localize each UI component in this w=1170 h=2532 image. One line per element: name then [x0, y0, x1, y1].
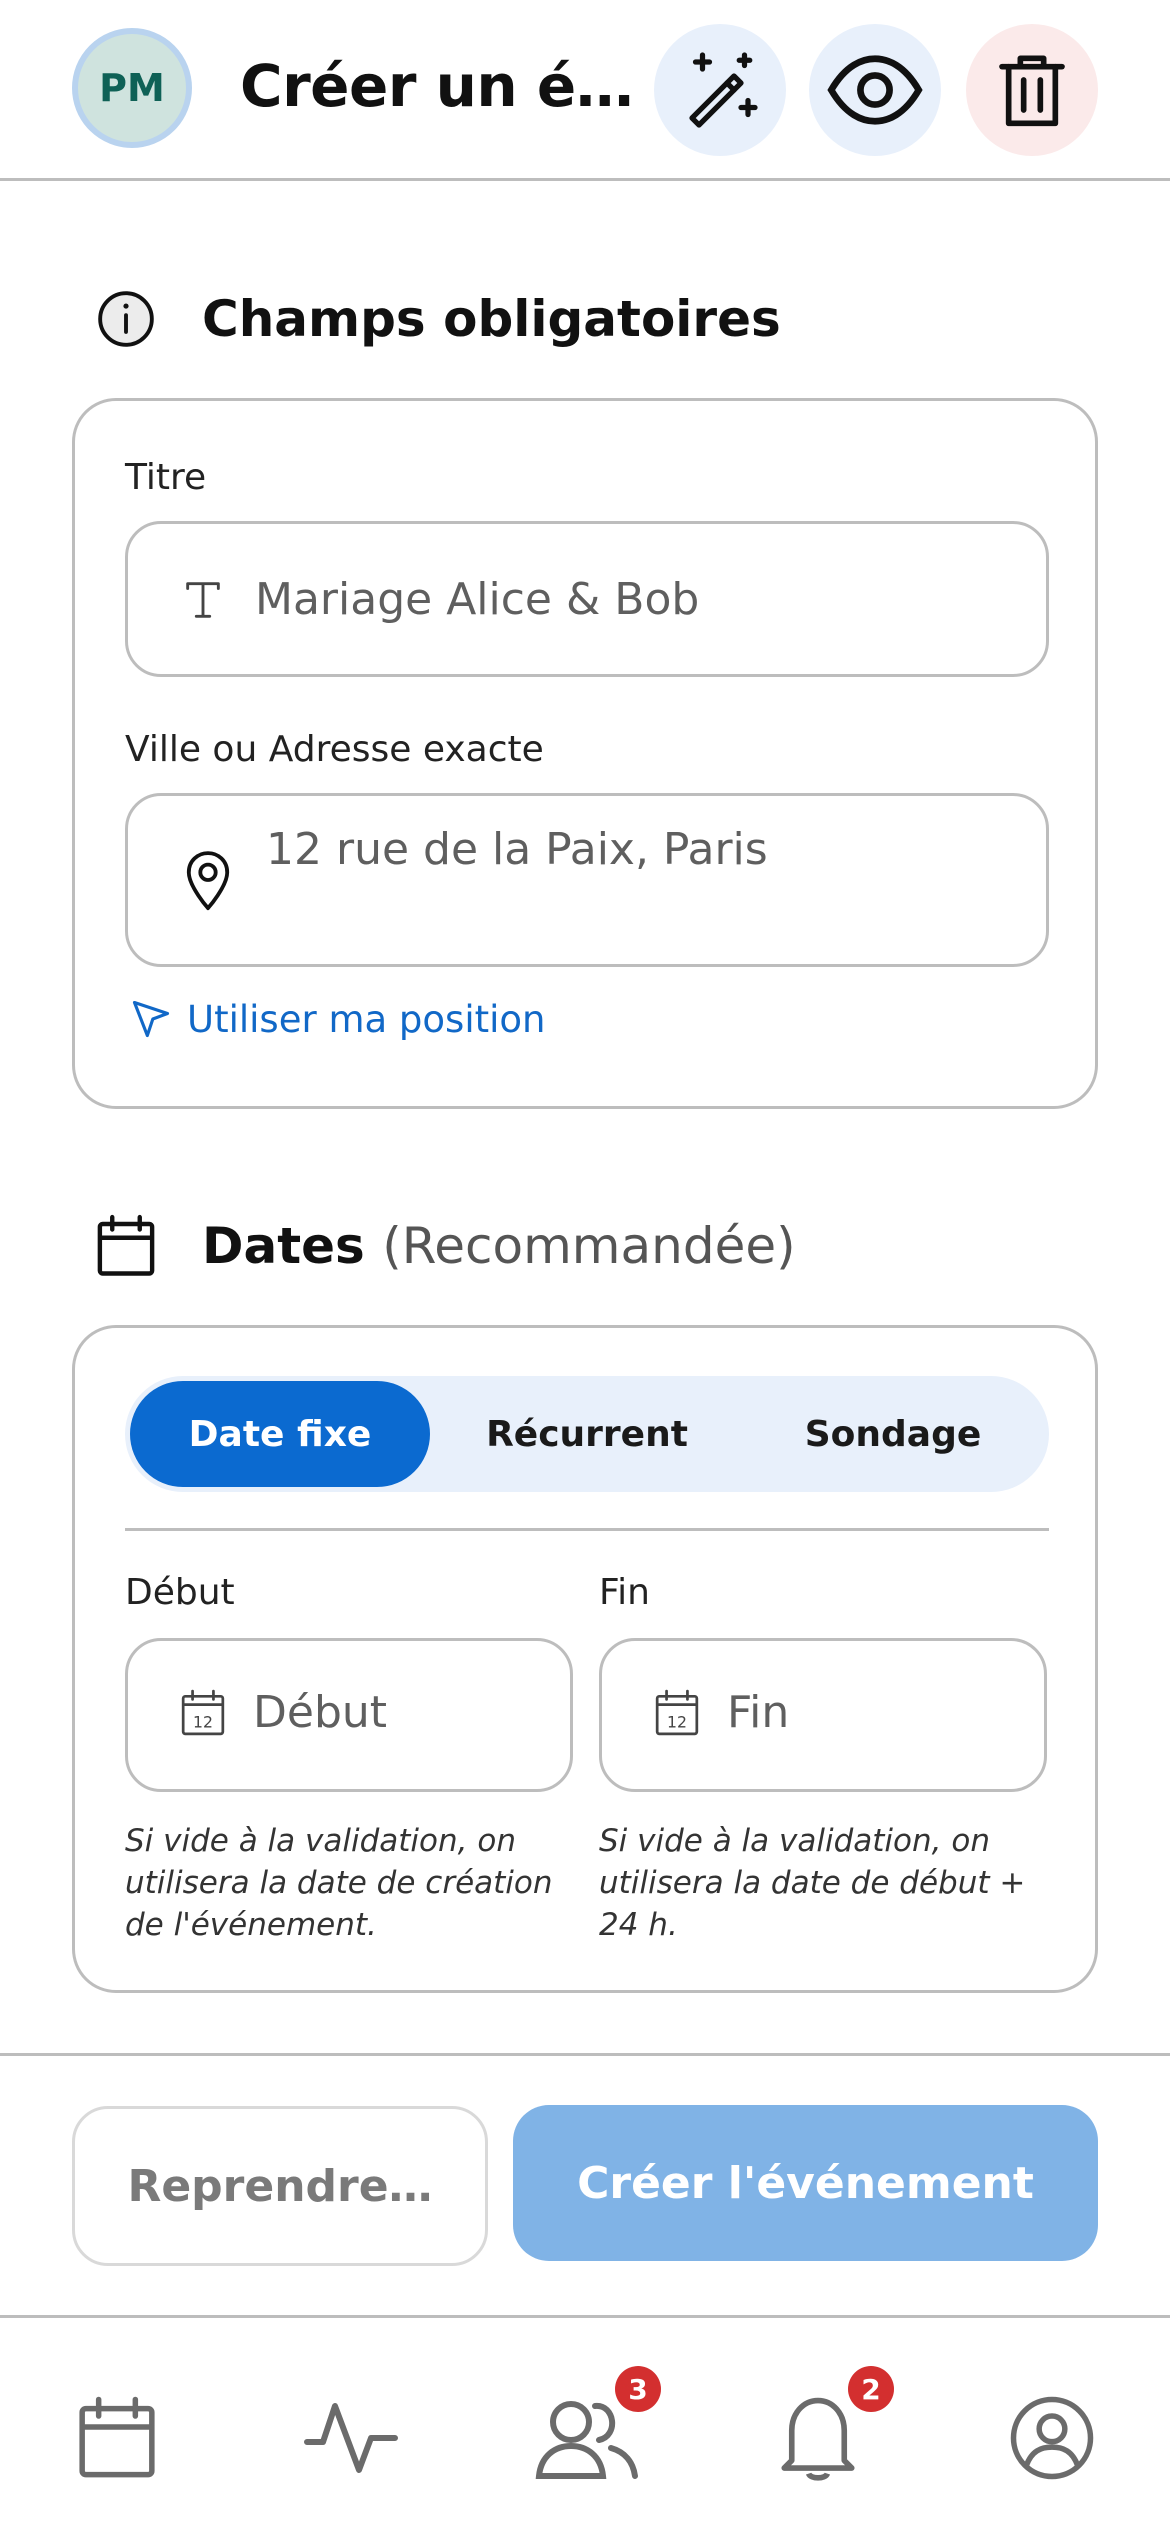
- profile-icon: [1010, 2396, 1094, 2480]
- title-field-label: Titre: [125, 457, 207, 498]
- activity-icon: [304, 2403, 398, 2473]
- eye-icon: [827, 55, 923, 125]
- use-position-label: Utiliser ma position: [187, 997, 546, 1041]
- tab-sondage[interactable]: Sondage: [743, 1381, 1043, 1487]
- groups-badge: 3: [615, 2366, 661, 2412]
- bottom-navigation: 3 2: [0, 2315, 1170, 2532]
- title-input[interactable]: Mariage Alice & Bob: [125, 521, 1049, 677]
- delete-button[interactable]: [966, 24, 1098, 156]
- required-section-header: Champs obligatoires: [94, 287, 781, 351]
- users-icon: [535, 2401, 638, 2479]
- dates-title: Dates: [202, 1217, 365, 1275]
- nav-profile[interactable]: [992, 2378, 1112, 2498]
- section-title: Dates (Recommandée): [202, 1217, 796, 1275]
- app-header: PM Créer un é…: [0, 0, 1170, 181]
- section-title: Champs obligatoires: [202, 290, 781, 348]
- dates-card: Date fixe Récurrent Sondage Début Fin 12…: [72, 1325, 1098, 1993]
- use-position-link[interactable]: Utiliser ma position: [129, 997, 545, 1041]
- text-icon: [180, 576, 226, 622]
- preview-button[interactable]: [809, 24, 941, 156]
- address-input[interactable]: 12 rue de la Paix, Paris: [125, 793, 1049, 967]
- dates-section-header: Dates (Recommandée): [94, 1214, 796, 1278]
- notifications-badge: 2: [848, 2366, 894, 2412]
- navigation-arrow-icon: [132, 1000, 170, 1038]
- address-input-placeholder: 12 rue de la Paix, Paris: [266, 824, 768, 875]
- magic-wand-icon: [689, 52, 758, 128]
- date-mode-segmented-control: Date fixe Récurrent Sondage: [125, 1376, 1049, 1492]
- bell-icon: [781, 2397, 855, 2481]
- end-date-label: Fin: [599, 1572, 650, 1613]
- start-date-input[interactable]: 12 Début: [125, 1638, 573, 1792]
- nav-calendar[interactable]: [57, 2378, 177, 2498]
- magic-wand-button[interactable]: [654, 24, 786, 156]
- end-date-input[interactable]: 12 Fin: [599, 1638, 1047, 1792]
- trash-icon: [999, 55, 1065, 127]
- calendar-icon: [79, 2396, 155, 2478]
- start-date-label: Début: [125, 1572, 235, 1613]
- calendar-icon: 12: [654, 1689, 700, 1741]
- address-field-label: Ville ou Adresse exacte: [125, 729, 544, 770]
- svg-text:12: 12: [667, 1713, 687, 1732]
- tab-date-fixe[interactable]: Date fixe: [130, 1381, 430, 1487]
- divider: [125, 1528, 1049, 1531]
- dates-subtitle: (Recommandée): [382, 1217, 796, 1275]
- avatar[interactable]: PM: [72, 28, 192, 148]
- end-date-hint: Si vide à la validation, on utilisera la…: [599, 1823, 1026, 1943]
- calendar-icon: [94, 1214, 158, 1278]
- page-title: Créer un é…: [240, 52, 634, 120]
- calendar-icon: 12: [180, 1689, 226, 1741]
- nav-activity[interactable]: [291, 2378, 411, 2498]
- title-input-placeholder: Mariage Alice & Bob: [255, 574, 700, 625]
- tab-recurrent[interactable]: Récurrent: [437, 1381, 737, 1487]
- resume-button[interactable]: Reprendre…: [72, 2106, 488, 2266]
- divider: [0, 2053, 1170, 2056]
- create-event-button[interactable]: Créer l'événement: [513, 2105, 1098, 2261]
- map-pin-icon: [182, 848, 234, 912]
- end-date-placeholder: Fin: [727, 1687, 790, 1738]
- nav-notifications[interactable]: 2: [758, 2366, 894, 2498]
- start-date-hint: Si vide à la validation, on utilisera la…: [125, 1823, 553, 1943]
- nav-groups[interactable]: 3: [527, 2366, 661, 2498]
- required-fields-card: Titre Mariage Alice & Bob Ville ou Adres…: [72, 398, 1098, 1109]
- info-icon: [94, 287, 158, 351]
- svg-text:12: 12: [193, 1713, 213, 1732]
- start-date-placeholder: Début: [253, 1687, 388, 1738]
